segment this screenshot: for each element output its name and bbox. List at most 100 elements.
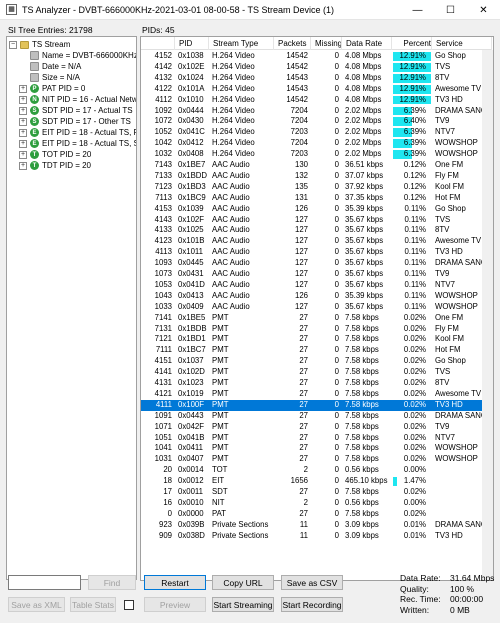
preview-button[interactable]: Preview bbox=[144, 597, 206, 612]
vertical-scrollbar[interactable] bbox=[482, 50, 493, 580]
table-row[interactable]: 1093 0x0445 AAC Audio 127 0 35.67 kbps 0.11% DR… bbox=[141, 258, 492, 269]
expand-icon[interactable]: + bbox=[19, 106, 27, 115]
tree-node[interactable]: +NNIT PID = 16 - Actual Network bbox=[7, 94, 136, 105]
table-row[interactable]: 4152 0x1038 H.264 Video 14542 0 4.08 Mbps 12.9… bbox=[141, 51, 492, 62]
percent-value: 0.02% bbox=[403, 432, 426, 442]
table-row[interactable]: 1042 0x0412 H.264 Video 7204 0 2.02 Mbps 6.39%… bbox=[141, 138, 492, 149]
table-row[interactable]: 7143 0x1BE7 AAC Audio 130 0 36.51 kbps 0.12% On… bbox=[141, 160, 492, 171]
close-button[interactable]: ✕ bbox=[467, 0, 500, 20]
table-row[interactable]: 7121 0x1BD1 PMT 27 0 7.58 kbps 0.02% Kool FM bbox=[141, 334, 492, 345]
option-checkbox[interactable] bbox=[124, 600, 134, 610]
table-row[interactable]: 923 0x039B Private Sections 11 0 3.09 kbps 0.0… bbox=[141, 520, 492, 531]
table-row-selected[interactable]: 4111 0x100F PMT 27 0 7.58 kbps 0.02% TV3 HD bbox=[141, 399, 492, 411]
expand-icon[interactable]: + bbox=[19, 84, 27, 93]
table-row[interactable]: 1073 0x0431 AAC Audio 127 0 35.67 kbps 0.11% TV… bbox=[141, 269, 492, 280]
table-row[interactable]: 1041 0x0411 PMT 27 0 7.58 kbps 0.02% WOWSHOP bbox=[141, 443, 492, 454]
tree-node[interactable]: Size = N/A bbox=[7, 72, 80, 83]
copy-url-button[interactable]: Copy URL bbox=[212, 575, 274, 590]
column-header[interactable]: Data Rate bbox=[342, 37, 392, 50]
collapse-icon[interactable]: − bbox=[9, 40, 17, 49]
table-row[interactable]: 1053 0x041D AAC Audio 127 0 35.67 kbps 0.11% NT… bbox=[141, 280, 492, 291]
tree-node[interactable]: +EEIT PID = 18 - Actual TS, Present/Foll… bbox=[7, 127, 136, 138]
column-header[interactable]: Missing bbox=[311, 37, 342, 50]
start-streaming-button[interactable]: Start Streaming bbox=[212, 597, 274, 612]
table-row[interactable]: 1071 0x042F PMT 27 0 7.58 kbps 0.02% TV9 bbox=[141, 422, 492, 433]
tree-node[interactable]: +EEIT PID = 18 - Actual TS, Schedule bbox=[7, 138, 136, 149]
table-row[interactable]: 4151 0x1037 PMT 27 0 7.58 kbps 0.02% Go Shop bbox=[141, 356, 492, 367]
column-header[interactable]: PID bbox=[175, 37, 209, 50]
maximize-button[interactable]: ☐ bbox=[434, 0, 467, 20]
table-row[interactable]: 4142 0x102E H.264 Video 14542 0 4.08 Mbps 12.9… bbox=[141, 62, 492, 73]
column-header[interactable]: Stream Type bbox=[209, 37, 274, 50]
table-row[interactable]: 4112 0x1010 H.264 Video 14542 0 4.08 Mbps 12.9… bbox=[141, 95, 492, 106]
tree-node[interactable]: + S SDT PID = 17 - Other TS bbox=[7, 116, 131, 127]
tree-node[interactable]: + S SDT PID = 17 - Actual TS bbox=[7, 105, 133, 116]
restart-button[interactable]: Restart bbox=[144, 575, 206, 590]
percent-value: 6.39% bbox=[403, 105, 426, 115]
expand-icon[interactable]: + bbox=[19, 128, 27, 137]
table-row[interactable]: 1072 0x0430 H.264 Video 7204 0 2.02 Mbps 6.40%… bbox=[141, 116, 492, 127]
table-row[interactable]: 1052 0x041C H.264 Video 7203 0 2.02 Mbps 6.39%… bbox=[141, 127, 492, 138]
column-header[interactable]: Percent bbox=[392, 37, 432, 50]
table-row[interactable]: 17 0x0011 SDT 27 0 7.58 kbps 0.02% bbox=[141, 487, 492, 498]
table-row[interactable]: 4131 0x1023 PMT 27 0 7.58 kbps 0.02% 8TV bbox=[141, 378, 492, 389]
cell-type: H.264 Video bbox=[212, 94, 255, 104]
table-row[interactable]: 1032 0x0408 H.264 Video 7203 0 2.02 Mbps 6.39%… bbox=[141, 149, 492, 160]
table-row[interactable]: 7141 0x1BE5 PMT 27 0 7.58 kbps 0.02% One FM bbox=[141, 313, 492, 324]
pid-table[interactable]: PID Stream Type Packets Missing Data Rate Per… bbox=[140, 36, 494, 581]
table-row[interactable]: 7131 0x1BDB PMT 27 0 7.58 kbps 0.02% Fly FM bbox=[141, 324, 492, 335]
table-row[interactable]: 4121 0x1019 PMT 27 0 7.58 kbps 0.02% Awesome TV… bbox=[141, 389, 492, 400]
column-header[interactable] bbox=[141, 37, 175, 50]
column-header[interactable]: Service bbox=[432, 37, 492, 50]
expand-icon[interactable]: + bbox=[19, 95, 27, 104]
expand-icon[interactable]: + bbox=[19, 139, 27, 148]
table-row[interactable]: 4143 0x102F AAC Audio 127 0 35.67 kbps 0.11% TV… bbox=[141, 215, 492, 226]
table-row[interactable]: 20 0x0014 TOT 2 0 0.56 kbps 0.00% bbox=[141, 465, 492, 476]
expand-icon[interactable]: + bbox=[19, 117, 27, 126]
percent-cell: 0.01% bbox=[392, 520, 432, 531]
table-row[interactable]: 4153 0x1039 AAC Audio 126 0 35.39 kbps 0.11% Go… bbox=[141, 204, 492, 215]
tree-node-label: EIT PID = 18 - Actual TS, Schedule bbox=[42, 139, 136, 148]
expand-icon[interactable]: + bbox=[19, 161, 27, 170]
tree-node[interactable]: + P PAT PID = 0 bbox=[7, 83, 85, 94]
tree-node[interactable]: + T TDT PID = 20 bbox=[7, 160, 91, 171]
percent-value: 12.91% bbox=[399, 61, 426, 71]
tree-node[interactable]: + T TOT PID = 20 bbox=[7, 149, 91, 160]
minimize-button[interactable]: — bbox=[401, 0, 434, 20]
table-row[interactable]: 7113 0x1BC9 AAC Audio 131 0 37.35 kbps 0.12% Ho… bbox=[141, 193, 492, 204]
table-row[interactable]: 4141 0x102D PMT 27 0 7.58 kbps 0.02% TVS bbox=[141, 367, 492, 378]
percent-value: 0.11% bbox=[404, 236, 426, 246]
table-row[interactable]: 7133 0x1BDD AAC Audio 132 0 37.07 kbps 0.12% Fl… bbox=[141, 171, 492, 182]
table-row[interactable]: 909 0x038D Private Sections 11 0 3.09 kbps 0.0… bbox=[141, 531, 492, 542]
table-row[interactable]: 4132 0x1024 H.264 Video 14543 0 4.08 Mbps 12.9… bbox=[141, 73, 492, 84]
column-header[interactable]: Packets bbox=[274, 37, 311, 50]
save-as-csv-button[interactable]: Save as CSV bbox=[281, 575, 343, 590]
table-row[interactable]: 4122 0x101A H.264 Video 14543 0 4.08 Mbps 12.9… bbox=[141, 84, 492, 95]
find-input[interactable] bbox=[8, 575, 81, 590]
table-row[interactable]: 4133 0x1025 AAC Audio 127 0 35.67 kbps 0.11% 8T… bbox=[141, 225, 492, 236]
table-row[interactable]: 16 0x0010 NIT 2 0 0.56 kbps 0.00% bbox=[141, 498, 492, 509]
save-as-xml-button[interactable]: Save as XML bbox=[8, 597, 65, 612]
cell-type: AAC Audio bbox=[212, 279, 250, 289]
table-row[interactable]: 18 0x0012 EIT 1656 0 465.10 kbps 1.47% bbox=[141, 476, 492, 487]
start-recording-button[interactable]: Start Recording bbox=[281, 597, 343, 612]
table-row[interactable]: 7123 0x1BD3 AAC Audio 135 0 37.92 kbps 0.12% Ko… bbox=[141, 182, 492, 193]
expand-icon[interactable]: + bbox=[19, 150, 27, 159]
table-stats-button[interactable]: Table Stats bbox=[70, 597, 116, 612]
table-row[interactable]: 1033 0x0409 AAC Audio 127 0 35.67 kbps 0.11% WO… bbox=[141, 302, 492, 313]
find-button[interactable]: Find bbox=[88, 575, 136, 590]
tree-node[interactable]: Name = DVBT-666000KHz-2021-03-01 08-00-5… bbox=[7, 50, 136, 61]
table-row[interactable]: 7111 0x1BC7 PMT 27 0 7.58 kbps 0.02% Hot FM bbox=[141, 345, 492, 356]
table-row[interactable]: 1043 0x0413 AAC Audio 126 0 35.39 kbps 0.11% WO… bbox=[141, 291, 492, 302]
table-row[interactable]: 1051 0x041B PMT 27 0 7.58 kbps 0.02% NTV7 bbox=[141, 433, 492, 444]
table-row[interactable]: 4113 0x1011 AAC Audio 127 0 35.67 kbps 0.11% TV… bbox=[141, 247, 492, 258]
tree-node[interactable]: Date = N/A bbox=[7, 61, 81, 72]
table-row[interactable]: 1031 0x0407 PMT 27 0 7.58 kbps 0.02% WOWSHOP bbox=[141, 454, 492, 465]
si-tree[interactable]: − TS Stream Name = DVBT-666000KHz-2021-03-… bbox=[6, 36, 137, 580]
table-row[interactable]: 0 0x0000 PAT 27 0 7.58 kbps 0.02% bbox=[141, 509, 492, 520]
tree-node[interactable]: − TS Stream bbox=[7, 39, 70, 50]
table-row[interactable]: 1092 0x0444 H.264 Video 7204 0 2.02 Mbps 6.39%… bbox=[141, 106, 492, 117]
cell-type: H.264 Video bbox=[212, 72, 255, 82]
table-row[interactable]: 1091 0x0443 PMT 27 0 7.58 kbps 0.02% DRAMA SANG… bbox=[141, 411, 492, 422]
table-row[interactable]: 4123 0x101B AAC Audio 127 0 35.67 kbps 0.11% Aw… bbox=[141, 236, 492, 247]
